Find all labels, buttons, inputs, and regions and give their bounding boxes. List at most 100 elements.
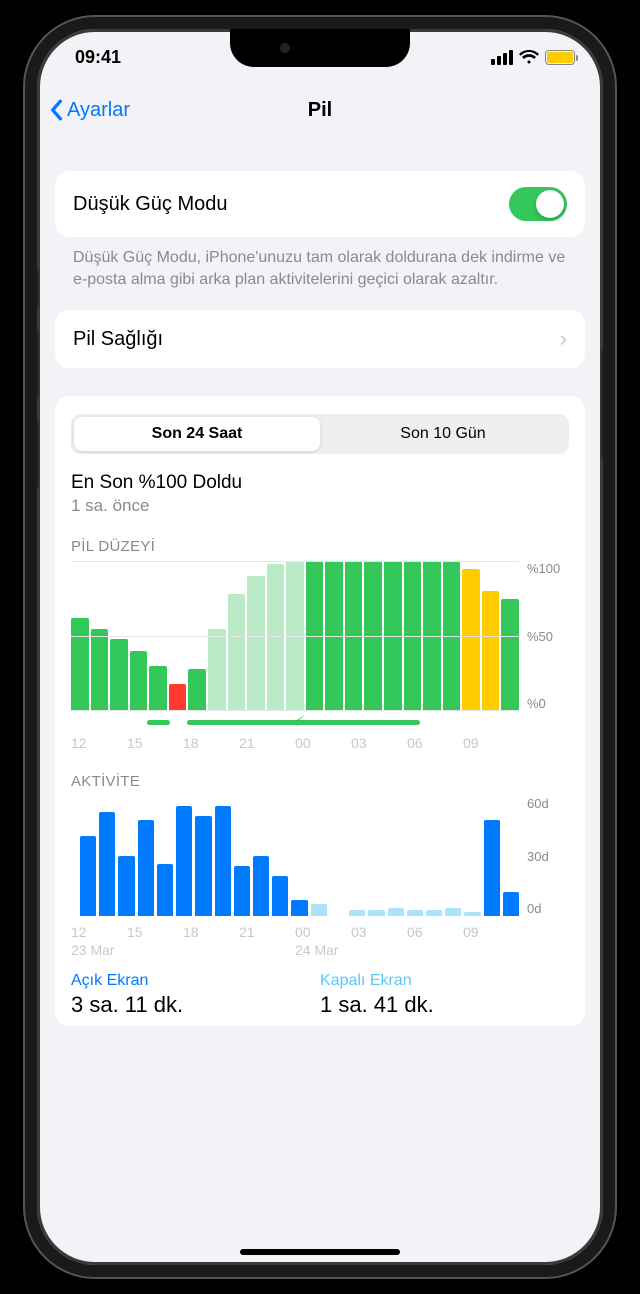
activity-bar <box>80 836 96 916</box>
level-bar <box>208 629 226 712</box>
level-bar <box>71 618 89 711</box>
date-row: 23 Mar 24 Mar <box>71 942 519 958</box>
back-button[interactable]: Ayarlar <box>49 99 130 122</box>
x-tick: 21 <box>239 735 295 751</box>
chevron-left-icon <box>49 99 63 121</box>
level-bar <box>247 576 265 711</box>
activity-bar <box>445 908 461 916</box>
cellular-icon <box>491 50 513 65</box>
screen-on-label: Açık Ekran <box>71 972 320 990</box>
low-power-mode-row[interactable]: Düşük Güç Modu <box>55 171 585 237</box>
activity-bar <box>464 912 480 916</box>
level-bar <box>110 639 128 711</box>
home-indicator[interactable] <box>240 1249 400 1255</box>
volume-down <box>33 419 39 489</box>
level-bar <box>228 594 246 711</box>
screen-on-value: 3 sa. 11 dk. <box>71 992 320 1018</box>
level-bar <box>462 569 480 712</box>
activity-chart <box>71 796 519 916</box>
x-tick: 12 <box>71 735 127 751</box>
level-bar <box>501 599 519 712</box>
status-time: 09:41 <box>75 47 121 68</box>
bolt-icon: ⚡︎ <box>295 713 305 730</box>
x-tick: 15 <box>127 924 183 940</box>
x-tick: 00 <box>295 924 351 940</box>
volume-up <box>33 329 39 399</box>
mute-switch <box>33 269 39 309</box>
activity-bar <box>291 900 307 916</box>
usage-summary: Açık Ekran 3 sa. 11 dk. Kapalı Ekran 1 s… <box>71 972 569 1026</box>
level-section-label: PİL DÜZEYİ <box>71 538 569 555</box>
activity-bar <box>349 910 365 916</box>
x-tick: 03 <box>351 735 407 751</box>
activity-bar <box>407 910 423 916</box>
device-notch <box>230 29 410 67</box>
y-tick: %0 <box>527 696 569 711</box>
date-label: 24 Mar <box>295 942 519 958</box>
activity-bar <box>195 816 211 916</box>
battery-level-chart <box>71 561 519 711</box>
wifi-icon <box>519 50 539 65</box>
chart-card: Son 24 Saat Son 10 Gün En Son %100 Doldu… <box>55 396 585 1026</box>
activity-bar <box>311 904 327 916</box>
activity-bar <box>234 866 250 916</box>
x-tick: 00 <box>295 735 351 751</box>
battery-health-label: Pil Sağlığı <box>73 328 163 351</box>
y-tick: %100 <box>527 561 569 576</box>
level-bar <box>482 591 500 711</box>
activity-bar <box>138 820 154 916</box>
phone-frame: 09:41 Ayarlar Pil Düşük Güç Modu <box>25 17 615 1277</box>
activity-bar <box>426 910 442 916</box>
segment-10d[interactable]: Son 10 Gün <box>320 417 566 451</box>
activity-bar <box>272 876 288 916</box>
activity-bar <box>176 806 192 916</box>
x-tick: 06 <box>407 924 463 940</box>
last-charge-sub: 1 sa. önce <box>71 496 569 516</box>
level-bar <box>91 629 109 712</box>
activity-bar <box>484 820 500 916</box>
x-tick: 09 <box>463 735 519 751</box>
x-tick: 18 <box>183 735 239 751</box>
x-tick: 12 <box>71 924 127 940</box>
level-bar <box>169 684 187 711</box>
low-power-mode-toggle[interactable] <box>509 187 567 221</box>
level-bar <box>130 651 148 711</box>
last-charge-title: En Son %100 Doldu <box>71 472 569 494</box>
activity-bar <box>388 908 404 916</box>
segment-24h[interactable]: Son 24 Saat <box>74 417 320 451</box>
chevron-right-icon: › <box>560 326 567 352</box>
activity-bar <box>215 806 231 916</box>
activity-bar <box>253 856 269 916</box>
level-x-axis: 1215182100030609 <box>71 735 519 751</box>
level-bar <box>149 666 167 711</box>
level-bar <box>267 564 285 711</box>
y-tick: 0d <box>527 901 569 916</box>
activity-section-label: AKTİVİTE <box>71 773 569 790</box>
date-label: 23 Mar <box>71 942 295 958</box>
activity-bar <box>118 856 134 916</box>
power-button <box>601 349 607 459</box>
low-power-mode-label: Düşük Güç Modu <box>73 193 228 216</box>
battery-icon <box>545 50 575 65</box>
x-tick: 06 <box>407 735 463 751</box>
y-tick: 60d <box>527 796 569 811</box>
charging-indicator: ⚡︎ <box>71 717 519 727</box>
x-tick: 09 <box>463 924 519 940</box>
battery-health-row[interactable]: Pil Sağlığı › <box>55 310 585 368</box>
x-tick: 03 <box>351 924 407 940</box>
back-label: Ayarlar <box>67 99 130 122</box>
activity-bar <box>157 864 173 916</box>
low-power-mode-desc: Düşük Güç Modu, iPhone'unuzu tam olarak … <box>55 237 585 290</box>
activity-bar <box>368 910 384 916</box>
activity-x-axis: 1215182100030609 <box>71 924 519 940</box>
x-tick: 21 <box>239 924 295 940</box>
time-range-segment[interactable]: Son 24 Saat Son 10 Gün <box>71 414 569 454</box>
x-tick: 15 <box>127 735 183 751</box>
activity-bar <box>99 812 115 916</box>
activity-bar <box>503 892 519 916</box>
x-tick: 18 <box>183 924 239 940</box>
level-bar <box>188 669 206 711</box>
screen-off-label: Kapalı Ekran <box>320 972 569 990</box>
screen-off-value: 1 sa. 41 dk. <box>320 992 569 1018</box>
y-tick: %50 <box>527 629 569 644</box>
